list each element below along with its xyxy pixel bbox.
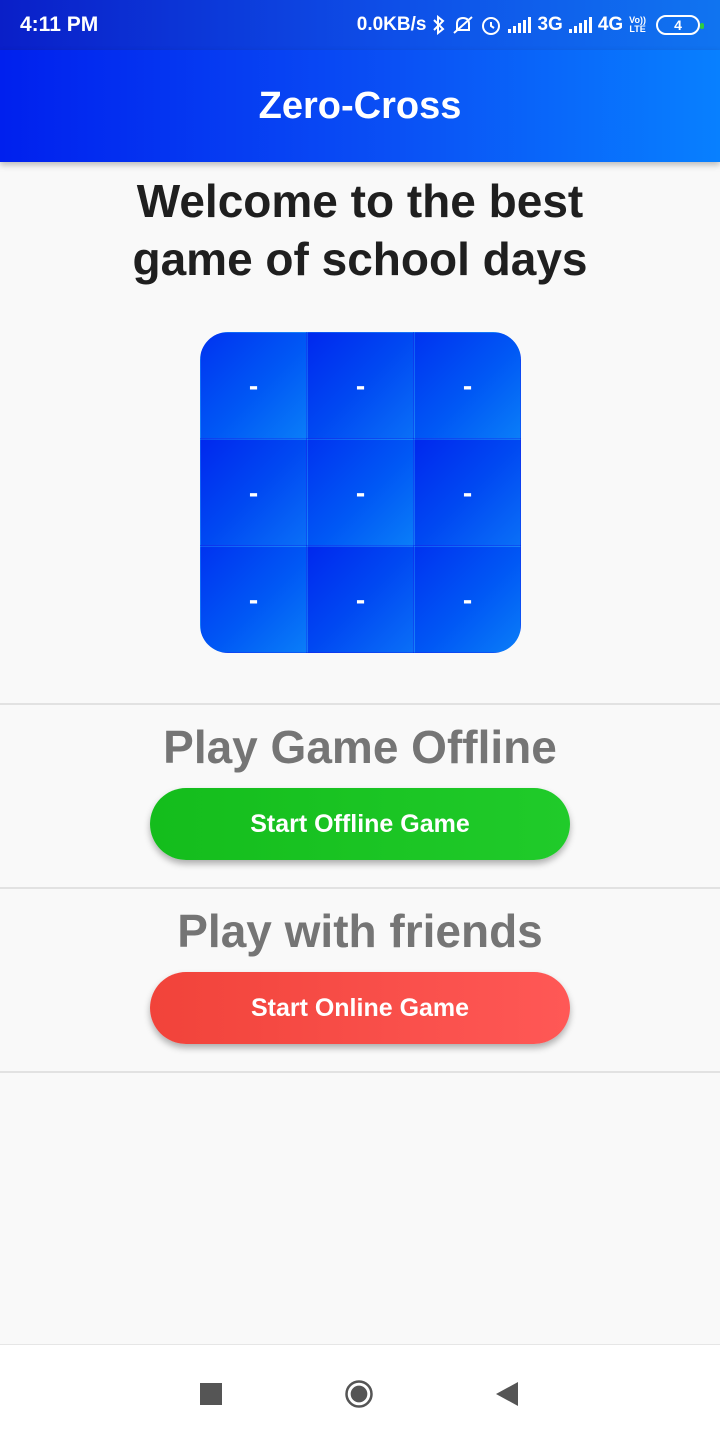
welcome-line-1: Welcome to the best [136,175,584,227]
online-section-title: Play with friends [177,905,543,957]
board-cell: - [414,332,521,439]
board-cell: - [414,546,521,653]
welcome-heading: Welcome to the best game of school days [0,172,720,288]
alarm-icon [480,14,502,36]
home-icon[interactable] [344,1379,374,1409]
board-cell: - [200,546,307,653]
signal-icon [508,17,532,33]
recents-icon[interactable] [196,1379,226,1409]
section-divider [0,1071,720,1073]
section-divider [0,887,720,889]
section-divider [0,703,720,705]
navigation-bar [0,1344,720,1440]
status-bar: 4:11 PM 0.0KB/s 3G 4G Vo)) LTE 4 [0,0,720,50]
battery-icon: 4 [656,15,704,35]
status-time: 4:11 PM [20,13,99,36]
welcome-line-2: game of school days [132,233,588,285]
board-cell: - [307,546,414,653]
board-cell: - [200,439,307,546]
app-title: Zero-Cross [258,84,462,127]
volte-icon: Vo)) LTE [629,16,646,34]
game-board: - - - - - - - - - [200,332,521,653]
start-offline-game-button[interactable]: Start Offline Game [150,788,570,860]
battery-level: 4 [674,17,682,33]
board-cell: - [414,439,521,546]
start-online-game-button[interactable]: Start Online Game [150,972,570,1044]
board-cell: - [307,332,414,439]
network-type-1: 3G [537,14,563,35]
status-icons: 0.0KB/s 3G 4G Vo)) LTE 4 [356,14,704,36]
board-cell: - [200,332,307,439]
app-bar: Zero-Cross [0,50,720,162]
back-icon[interactable] [492,1379,522,1409]
signal-icon [568,17,592,33]
bluetooth-icon [432,15,446,35]
board-cell: - [307,439,414,546]
network-type-2: 4G [597,14,624,35]
offline-section-title: Play Game Offline [163,721,557,773]
network-speed: 0.0KB/s [356,14,427,35]
volte-bottom: LTE [629,24,646,34]
mute-icon [452,15,474,35]
